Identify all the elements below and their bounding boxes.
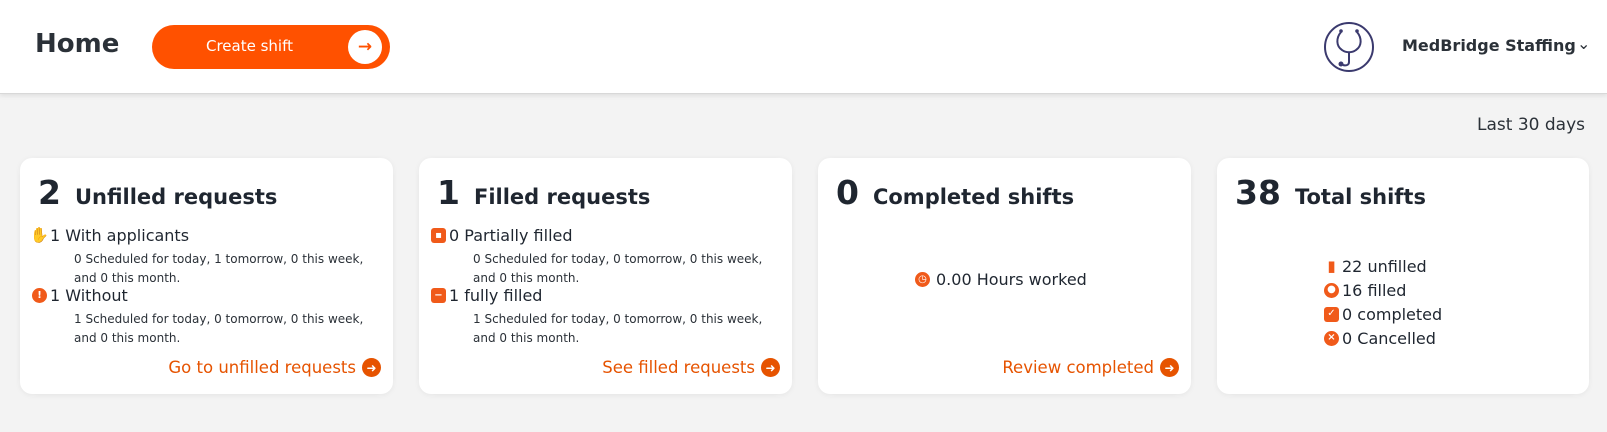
partially-filled-detail: 0 Scheduled for today, 0 tomorrow, 0 thi… <box>473 252 763 285</box>
card-title: Total shifts <box>1294 185 1426 209</box>
chevron-down-icon[interactable]: ⌄ <box>1577 34 1590 53</box>
top-bar: Home Create shift → MedBridge Staffing ⌄ <box>0 0 1607 94</box>
door-icon: ▮ <box>1327 256 1336 275</box>
card-title: Filled requests <box>473 185 651 209</box>
completed-shifts-card: 0 Completed shifts ◷ 0.00 Hours worked R… <box>818 158 1191 394</box>
arrow-circle-right-icon: ➜ <box>1160 358 1179 377</box>
fully-filled-row: − 1 fully filled <box>431 286 542 305</box>
list-item: ✓ 0 completed <box>1324 302 1442 326</box>
fully-filled-detail: 1 Scheduled for today, 0 tomorrow, 0 thi… <box>473 312 763 345</box>
partially-filled-label: 0 Partially filled <box>449 226 573 245</box>
alert-icon: ! <box>32 288 47 303</box>
list-item: ▮ 22 unfilled <box>1324 254 1442 278</box>
partially-filled-row: ▪ 0 Partially filled <box>431 226 573 245</box>
unfilled-count: 2 <box>38 173 61 212</box>
card-header: 0 Completed shifts <box>836 176 1074 209</box>
completed-count: 0 <box>836 173 859 212</box>
without-detail: 1 Scheduled for today, 0 tomorrow, 0 thi… <box>74 312 364 345</box>
cancelled-total-label: 0 Cancelled <box>1342 328 1436 348</box>
calendar-icon: ▪ <box>431 228 446 243</box>
stethoscope-icon <box>1336 29 1362 67</box>
link-label: See filled requests <box>602 358 755 377</box>
link-label: Review completed <box>1002 358 1154 377</box>
check-icon: ✓ <box>1324 306 1339 322</box>
total-breakdown-list: ▮ 22 unfilled ● 16 filled ✓ 0 completed … <box>1324 254 1442 350</box>
review-completed-link[interactable]: Review completed ➜ <box>1002 358 1179 377</box>
without-row: ! 1 Without <box>32 286 128 305</box>
card-header: 38 Total shifts <box>1235 176 1426 209</box>
org-name[interactable]: MedBridge Staffing <box>1402 36 1576 55</box>
with-applicants-detail: 0 Scheduled for today, 1 tomorrow, 0 thi… <box>74 252 364 285</box>
arrow-circle-right-icon: ➜ <box>761 358 780 377</box>
with-applicants-label: 1 With applicants <box>50 226 190 245</box>
page-title: Home <box>35 29 120 59</box>
create-shift-label: Create shift <box>206 37 293 55</box>
total-count: 38 <box>1235 173 1281 212</box>
clock-icon: ◷ <box>915 272 930 287</box>
see-filled-link[interactable]: See filled requests ➜ <box>602 358 780 377</box>
completed-total-label: 0 completed <box>1342 304 1443 324</box>
avatar[interactable] <box>1324 22 1374 72</box>
user-icon: ● <box>1324 282 1339 298</box>
without-label: 1 Without <box>50 286 128 305</box>
unfilled-requests-card: 2 Unfilled requests ✋ 1 With applicants … <box>20 158 393 394</box>
go-to-unfilled-link[interactable]: Go to unfilled requests ➜ <box>168 358 381 377</box>
period-selector[interactable]: Last 30 days <box>1477 115 1585 135</box>
unfilled-total-label: 22 unfilled <box>1342 256 1427 276</box>
card-header: 2 Unfilled requests <box>38 176 277 209</box>
arrow-right-icon: → <box>348 30 382 64</box>
list-item: × 0 Cancelled <box>1324 326 1442 350</box>
list-item: ● 16 filled <box>1324 278 1442 302</box>
calendar-minus-icon: − <box>431 288 446 303</box>
filled-count: 1 <box>437 173 460 212</box>
with-applicants-row: ✋ 1 With applicants <box>30 226 190 245</box>
link-label: Go to unfilled requests <box>168 358 356 377</box>
hours-worked-label: 0.00 Hours worked <box>936 270 1087 289</box>
card-header: 1 Filled requests <box>437 176 650 209</box>
fully-filled-label: 1 fully filled <box>449 286 543 305</box>
card-title: Completed shifts <box>872 185 1075 209</box>
filled-total-label: 16 filled <box>1342 280 1407 300</box>
create-shift-button[interactable]: Create shift → <box>152 25 390 69</box>
card-title: Unfilled requests <box>74 185 278 209</box>
total-shifts-card: 38 Total shifts ▮ 22 unfilled ● 16 fille… <box>1217 158 1589 394</box>
cancel-icon: × <box>1324 330 1339 346</box>
hours-worked-row: ◷ 0.00 Hours worked <box>915 270 1087 289</box>
hand-icon: ✋ <box>30 226 49 244</box>
arrow-circle-right-icon: ➜ <box>362 358 381 377</box>
filled-requests-card: 1 Filled requests ▪ 0 Partially filled 0… <box>419 158 792 394</box>
